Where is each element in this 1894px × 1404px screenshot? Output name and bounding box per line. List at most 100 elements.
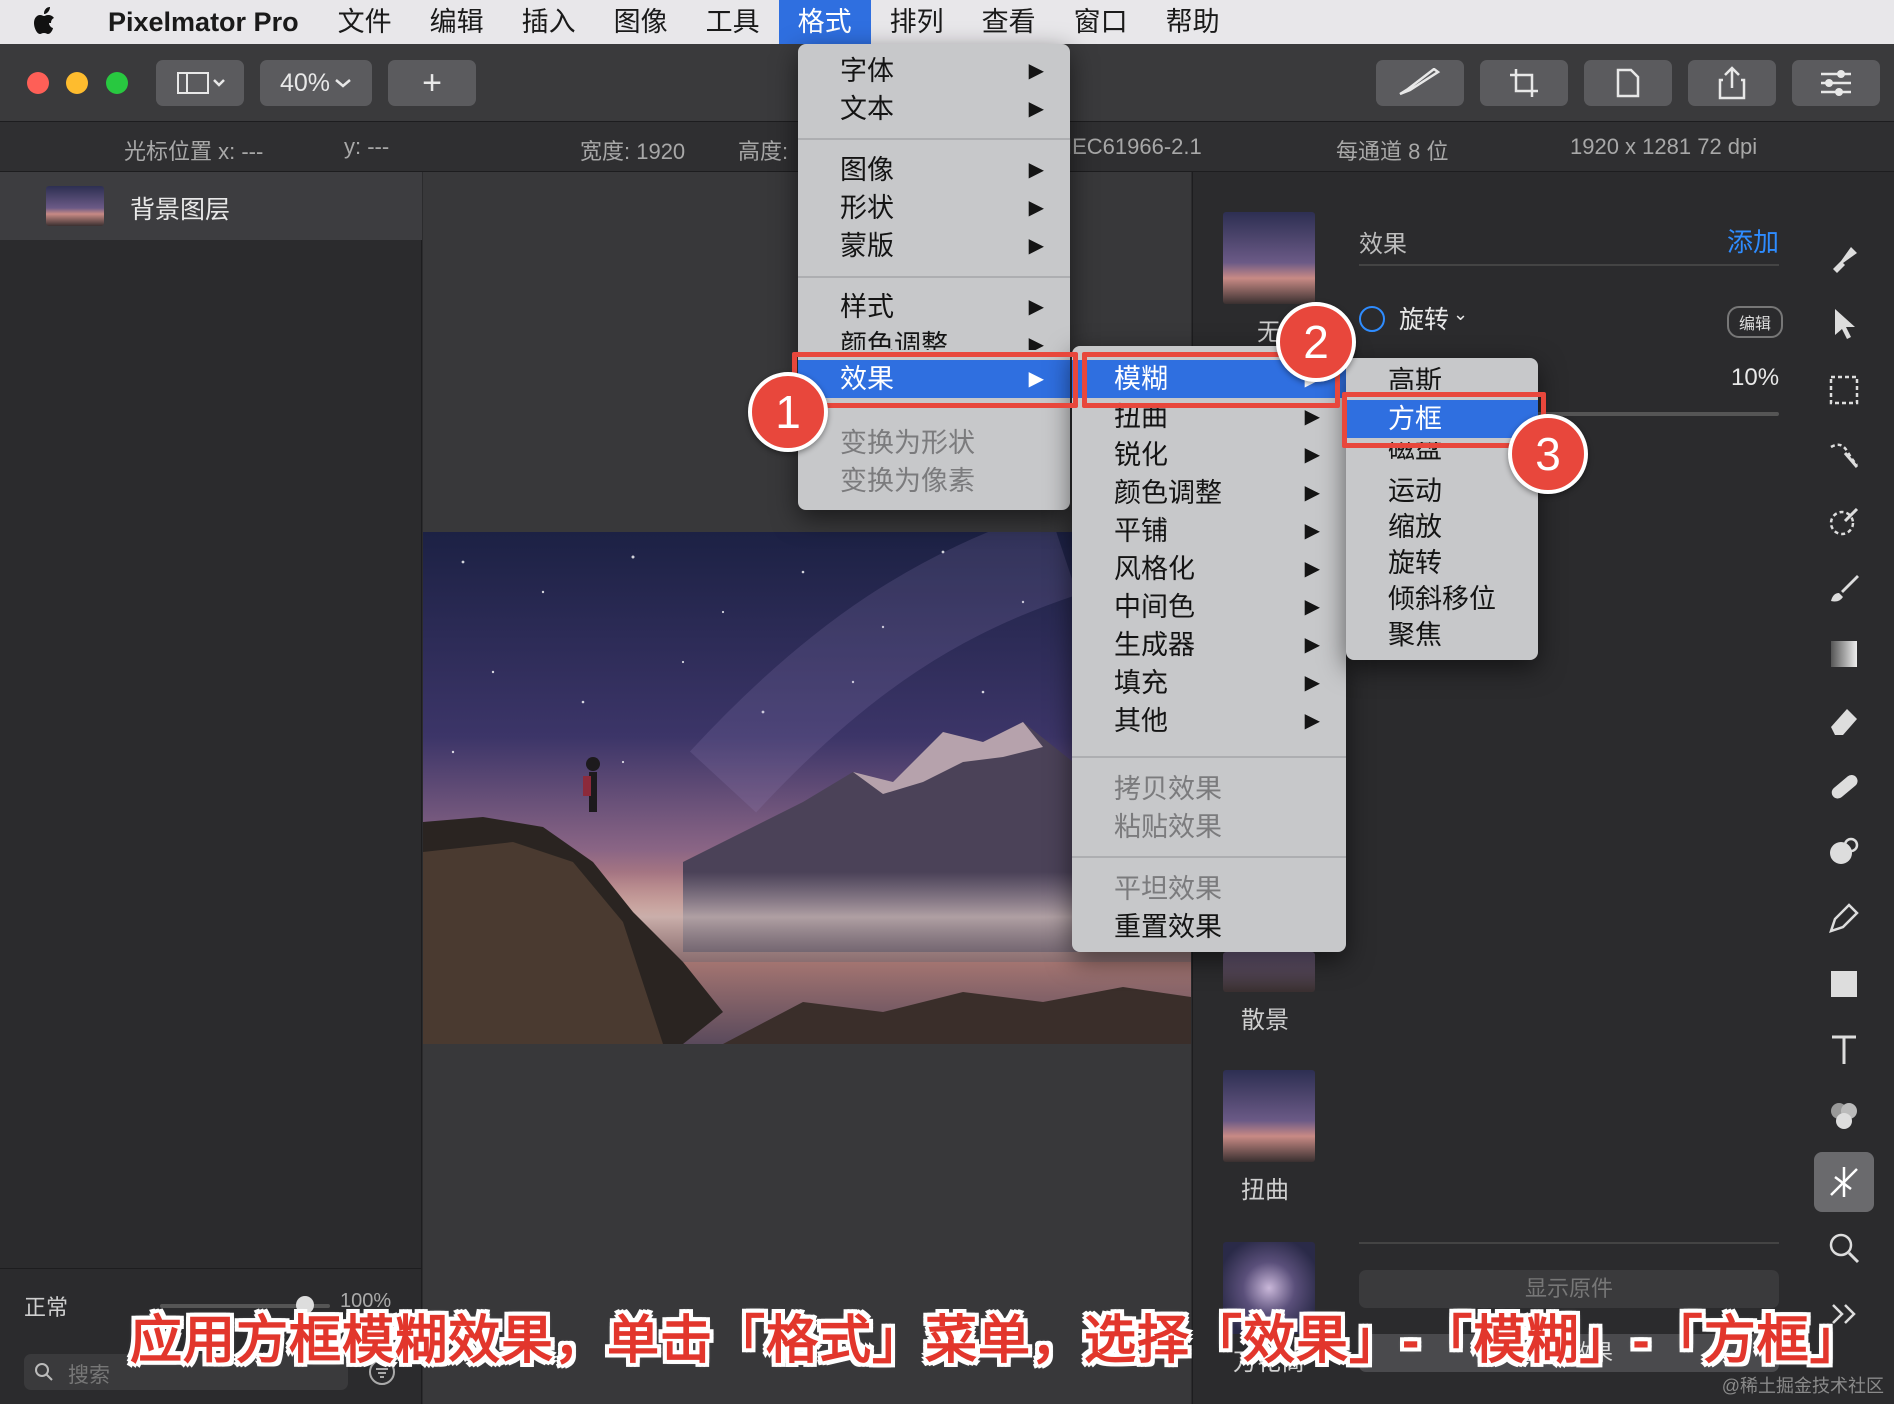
blur-item-focus[interactable]: 聚焦: [1346, 616, 1538, 654]
zoom-tool-icon[interactable]: [1820, 1224, 1868, 1272]
color-profile-readout: IEC61966-2.1: [1066, 134, 1202, 159]
sidebar-toggle-button[interactable]: [156, 60, 244, 106]
submenu-item-tile[interactable]: 平铺 ▶: [1072, 512, 1346, 550]
document-button[interactable]: [1584, 60, 1672, 106]
menu-item-shape[interactable]: 形状 ▶: [798, 189, 1070, 227]
height-readout: 高度:: [738, 139, 789, 164]
preset-thumbnail-bokeh[interactable]: [1223, 952, 1315, 992]
zoom-window-button[interactable]: [106, 72, 128, 94]
menu-edit[interactable]: 编辑: [411, 0, 503, 44]
share-icon: [1718, 66, 1746, 100]
paintbrush-icon: [1399, 68, 1441, 96]
paint-tool-icon[interactable]: [1820, 564, 1868, 612]
chevron-down-icon: [335, 79, 351, 88]
app-name-menu[interactable]: Pixelmator Pro: [90, 7, 319, 38]
submenu-item-other[interactable]: 其他 ▶: [1072, 702, 1346, 740]
instruction-caption: 应用方框模糊效果，单击「格式」菜单，选择「效果」-「模糊」-「方框」: [130, 1312, 1863, 1370]
menu-file[interactable]: 文件: [319, 0, 411, 44]
cursor-y-readout: y: ---: [344, 134, 390, 159]
blur-item-spin[interactable]: 旋转: [1346, 544, 1538, 582]
brush-tool-button[interactable]: [1376, 60, 1464, 106]
step-badge-1: 1: [748, 372, 828, 452]
submenu-item-color-adjust[interactable]: 颜色调整 ▶: [1072, 474, 1346, 512]
submenu-item-stylize[interactable]: 风格化 ▶: [1072, 550, 1346, 588]
pointer-tool-icon[interactable]: [1820, 300, 1868, 348]
rect-select-tool-icon[interactable]: [1820, 366, 1868, 414]
crop-icon: [1510, 69, 1538, 97]
submenu-item-generator[interactable]: 生成器 ▶: [1072, 626, 1346, 664]
divider: [798, 276, 1070, 278]
edit-effect-button[interactable]: 编辑: [1727, 306, 1784, 338]
zoom-level-dropdown[interactable]: 40%: [260, 60, 372, 106]
blur-item-tilt-shift[interactable]: 倾斜移位: [1346, 580, 1538, 618]
menu-item-font[interactable]: 字体 ▶: [798, 52, 1070, 90]
blur-item-motion[interactable]: 运动: [1346, 472, 1538, 510]
effect-name[interactable]: 旋转: [1399, 300, 1449, 336]
crop-button[interactable]: [1480, 60, 1568, 106]
menu-item-style[interactable]: 样式 ▶: [798, 288, 1070, 326]
submenu-item-fill[interactable]: 填充 ▶: [1072, 664, 1346, 702]
repair-tool-icon[interactable]: [1820, 762, 1868, 810]
smart-select-tool-icon[interactable]: [1820, 432, 1868, 480]
minimize-window-button[interactable]: [66, 72, 88, 94]
submenu-item-flatten-effects: 平坦效果: [1114, 874, 1222, 904]
cursor-x-readout: 光标位置 x: ---: [124, 139, 264, 164]
search-placeholder: 搜索: [68, 1364, 110, 1387]
zoom-level-value: 40%: [279, 68, 331, 97]
apple-menu-icon[interactable]: [0, 0, 90, 44]
menu-format[interactable]: 格式: [778, 0, 871, 44]
menu-item-convert-to-shape: 变换为形状: [840, 428, 975, 458]
document-icon: [1616, 68, 1640, 98]
gradient-tool-icon[interactable]: [1820, 630, 1868, 678]
retouch-tool-icon[interactable]: [1820, 828, 1868, 876]
menu-arrange[interactable]: 排列: [871, 0, 963, 44]
menu-item-convert-to-pixels: 变换为像素: [840, 466, 975, 496]
highlight-box-effects: [792, 352, 1078, 408]
type-tool-icon[interactable]: [1820, 1026, 1868, 1074]
preset-thumbnail-none[interactable]: [1223, 212, 1315, 304]
add-button[interactable]: +: [388, 60, 476, 106]
share-button[interactable]: [1688, 60, 1776, 106]
tools-sidebar: [1798, 172, 1894, 1404]
sidebar-icon: [177, 72, 225, 94]
divider: [0, 1268, 422, 1269]
adjustments-button[interactable]: [1792, 60, 1880, 106]
menu-insert[interactable]: 插入: [503, 0, 595, 44]
submenu-item-halftone[interactable]: 中间色 ▶: [1072, 588, 1346, 626]
effects-header: 效果: [1359, 231, 1407, 258]
menu-window[interactable]: 窗口: [1055, 0, 1147, 44]
format-menu: 字体 ▶ 文本 ▶ 图像 ▶ 形状 ▶ 蒙版 ▶ 样式 ▶ 颜色调整 ▶ 效果 ▶ 变换为形状 …: [798, 44, 1070, 510]
arrange-tool-icon[interactable]: [1820, 234, 1868, 282]
blur-item-zoom[interactable]: 缩放: [1346, 508, 1538, 546]
menu-item-image[interactable]: 图像 ▶: [798, 151, 1070, 189]
color-select-tool-icon[interactable]: [1820, 498, 1868, 546]
layer-row[interactable]: 背景图层: [0, 172, 422, 240]
preset-thumbnail-distort[interactable]: [1223, 1070, 1315, 1162]
sliders-icon: [1821, 70, 1851, 96]
add-effect-button[interactable]: 添加: [1727, 222, 1779, 259]
menu-help[interactable]: 帮助: [1147, 0, 1239, 44]
submenu-item-sharpen[interactable]: 锐化 ▶: [1072, 436, 1346, 474]
layer-name: 背景图层: [130, 196, 231, 224]
menu-item-mask[interactable]: 蒙版 ▶: [798, 227, 1070, 265]
blur-item-gaussian[interactable]: 高斯: [1346, 362, 1538, 390]
effect-enable-toggle[interactable]: [1359, 306, 1385, 332]
close-window-button[interactable]: [27, 72, 49, 94]
submenu-item-paste-effects: 粘贴效果: [1114, 812, 1222, 842]
color-adjust-tool-icon[interactable]: [1820, 1092, 1868, 1140]
blend-mode-select[interactable]: 正常: [24, 1290, 68, 1322]
eraser-tool-icon[interactable]: [1820, 696, 1868, 744]
menu-tools[interactable]: 工具: [687, 0, 779, 44]
preset-label-distort: 扭曲: [1241, 1177, 1289, 1204]
menu-image[interactable]: 图像: [595, 0, 687, 44]
menu-view[interactable]: 查看: [963, 0, 1055, 44]
divider: [1359, 1242, 1779, 1244]
preset-label-bokeh: 散景: [1241, 1007, 1289, 1034]
menu-item-text[interactable]: 文本 ▶: [798, 90, 1070, 128]
submenu-item-reset-effects[interactable]: 重置效果: [1072, 908, 1346, 946]
menu-item-color-adjust[interactable]: 颜色调整 ▶: [798, 326, 1070, 350]
effects-tool-icon[interactable]: [1814, 1152, 1874, 1212]
pen-tool-icon[interactable]: [1820, 894, 1868, 942]
shape-tool-icon[interactable]: [1820, 960, 1868, 1008]
divider: [1359, 264, 1779, 266]
